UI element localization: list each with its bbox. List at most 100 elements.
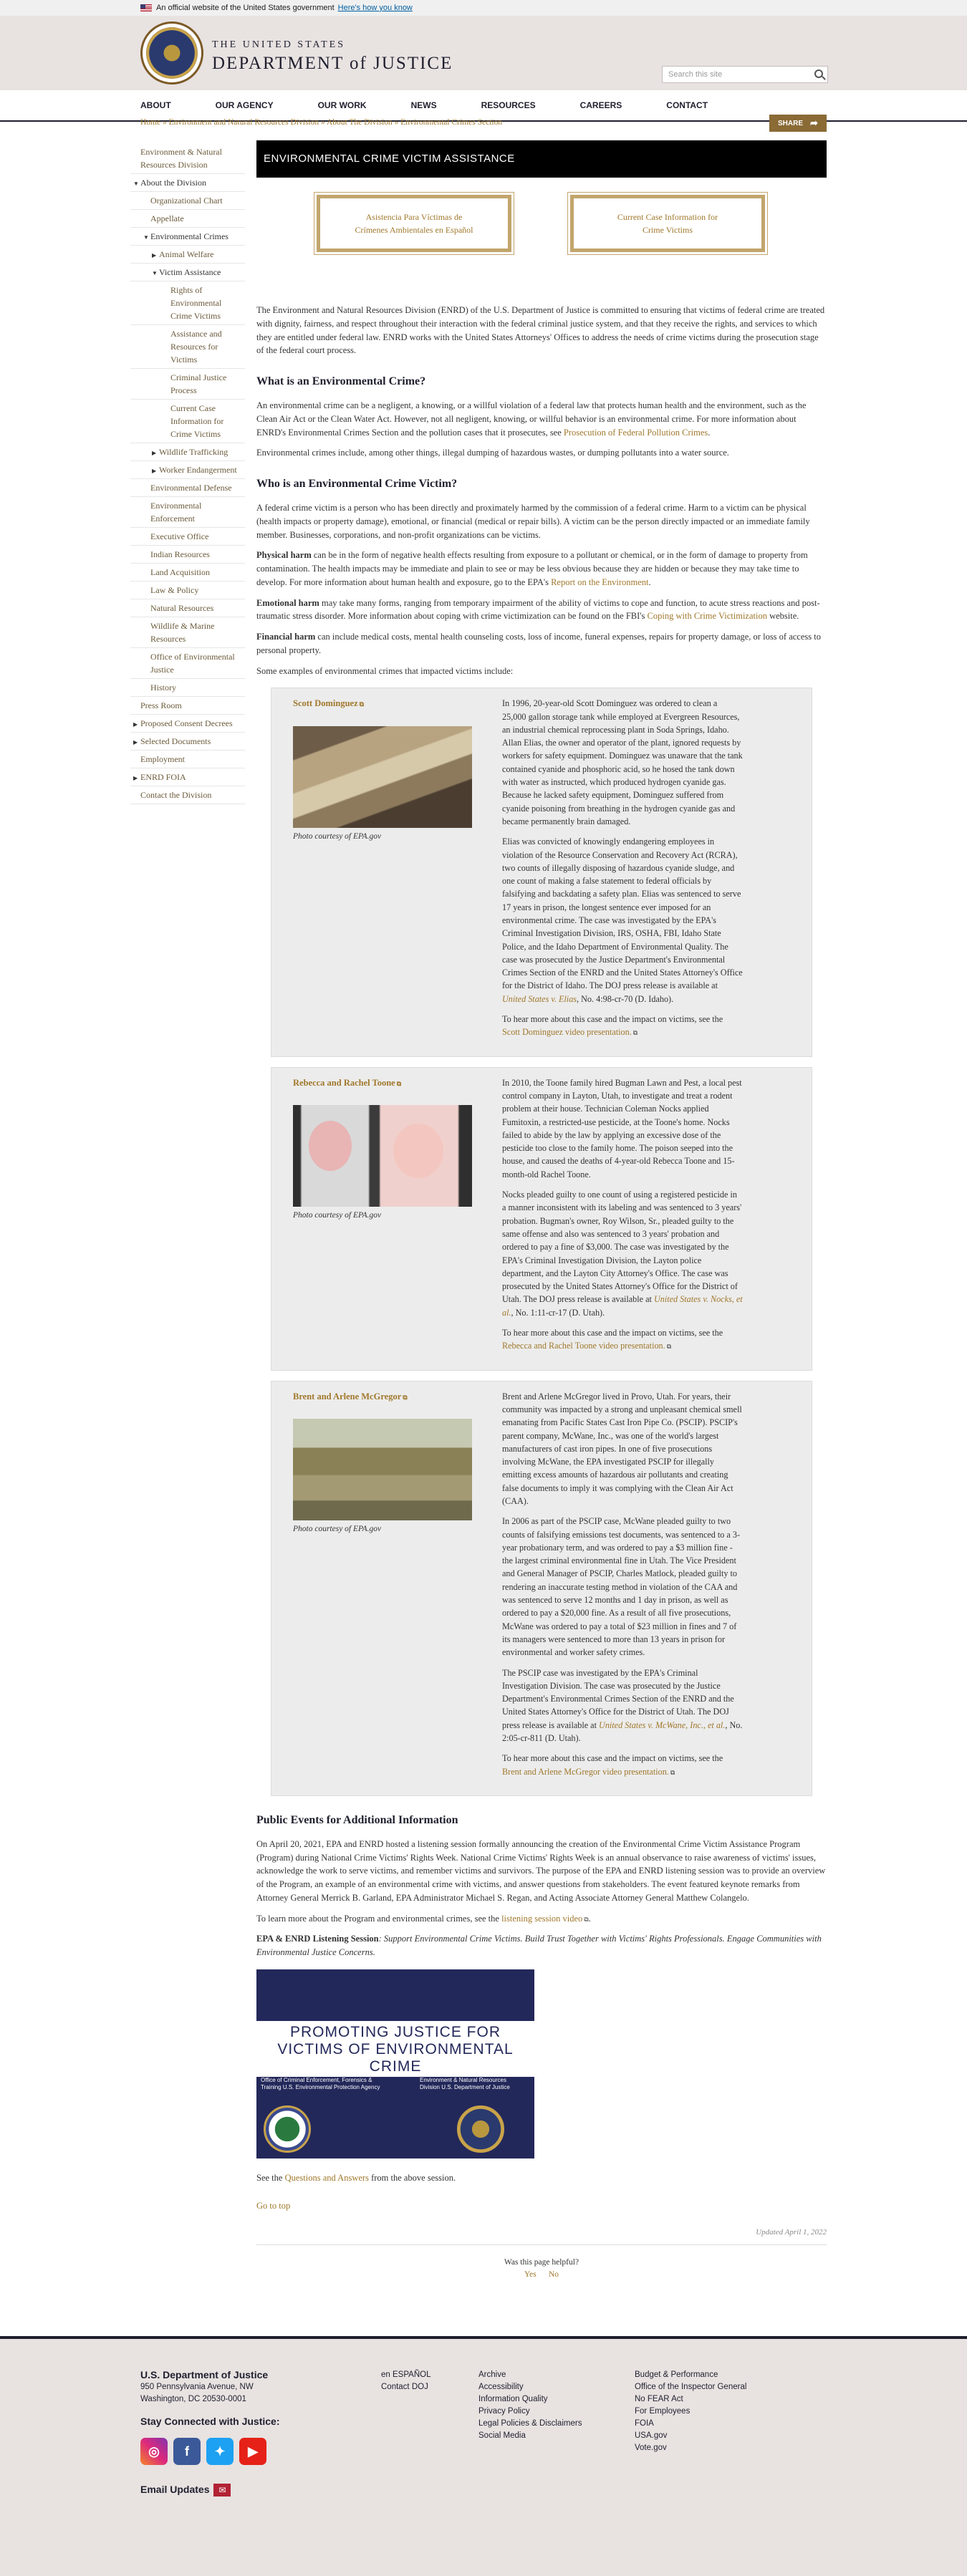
- email-updates-link[interactable]: Email Updates ✉: [140, 2482, 231, 2497]
- report-environment-link[interactable]: Report on the Environment: [551, 577, 648, 587]
- updated-date: Updated April 1, 2022: [256, 2227, 827, 2245]
- sidebar-item-natural-resources[interactable]: Natural Resources: [130, 599, 245, 617]
- sidebar-item-land-acquisition[interactable]: Land Acquisition: [130, 564, 245, 582]
- seal-icon[interactable]: [140, 21, 203, 85]
- email-icon: ✉: [213, 2483, 231, 2497]
- events-heading: Public Events for Additional Information: [256, 1813, 458, 1826]
- footer-link-foia[interactable]: FOIA: [635, 2418, 746, 2430]
- video-presentation-link[interactable]: Rebecca and Rachel Toone video presentat…: [502, 1341, 665, 1351]
- poster-epa-label: Office of Criminal Enforcement, Forensic…: [261, 2076, 380, 2090]
- sidebar-item-press-room[interactable]: Press Room: [130, 697, 245, 715]
- nav-about[interactable]: ABOUT: [140, 99, 171, 112]
- sidebar-item-env-justice[interactable]: Office of Environmental Justice: [130, 648, 245, 679]
- sidebar-item-env-enforcement[interactable]: Environmental Enforcement: [130, 497, 245, 528]
- sidebar-item-employment[interactable]: Employment: [130, 751, 245, 768]
- sidebar-item-law-policy[interactable]: Law & Policy: [130, 582, 245, 599]
- sidebar-item-victim-assistance[interactable]: ▼ Victim Assistance: [130, 264, 245, 281]
- sidebar-item-contact[interactable]: Contact the Division: [130, 786, 245, 804]
- qa-paragraph: See the Questions and Answers from the a…: [256, 2172, 456, 2183]
- sidebar-item-selected-documents[interactable]: ▶ Selected Documents: [130, 733, 245, 751]
- case-paragraph: Nocks pleaded guilty to one count of usi…: [502, 1190, 743, 1318]
- financial-harm-paragraph: Financial harm can include medical costs…: [256, 632, 821, 655]
- current-case-info-button[interactable]: Current Case Information for Crime Victim…: [567, 192, 768, 255]
- feedback-yes[interactable]: Yes: [524, 2270, 537, 2279]
- listening-session-link[interactable]: listening session video: [501, 1914, 582, 1924]
- footer-link-employees[interactable]: For Employees: [635, 2406, 746, 2418]
- twitter-icon[interactable]: ✦: [206, 2438, 234, 2465]
- footer-link-nofear[interactable]: No FEAR Act: [635, 2393, 746, 2406]
- spanish-assistance-button[interactable]: Asistencia Para Víctimas de Crímenes Ambi…: [314, 192, 514, 255]
- footer-link-archive[interactable]: Archive: [478, 2369, 582, 2381]
- share-button[interactable]: SHARE: [769, 115, 827, 132]
- sidebar-item-org-chart[interactable]: Organizational Chart: [130, 192, 245, 210]
- search-icon[interactable]: [814, 69, 823, 78]
- footer-link-legal[interactable]: Legal Policies & Disclaimers: [478, 2418, 582, 2430]
- sidebar-item-wildlife-trafficking[interactable]: ▶ Wildlife Trafficking: [130, 443, 245, 461]
- sidebar-item-about[interactable]: ▼ About the Division: [130, 174, 245, 192]
- official-banner: An official website of the United States…: [0, 0, 967, 16]
- footer-link-budget[interactable]: Budget & Performance: [635, 2369, 746, 2381]
- sidebar-item-justice-process[interactable]: Criminal Justice Process: [130, 369, 245, 400]
- sidebar-item-env-crimes[interactable]: ▼ Environmental Crimes: [130, 228, 245, 246]
- go-to-top-link[interactable]: Go to top: [256, 2199, 827, 2213]
- sidebar-item-rights[interactable]: Rights of Environmental Crime Victims: [130, 281, 245, 325]
- nav-news[interactable]: NEWS: [411, 99, 437, 112]
- nav-resources[interactable]: RESOURCES: [481, 99, 536, 112]
- search-input[interactable]: Search this site: [662, 66, 828, 83]
- case-name-link[interactable]: Brent and Arlene McGregor ⧉: [293, 1390, 478, 1404]
- external-link-icon: ⧉: [396, 1079, 402, 1087]
- sidebar-item-env-defense[interactable]: Environmental Defense: [130, 479, 245, 497]
- footer-link-espanol[interactable]: en ESPAÑOL: [381, 2369, 430, 2381]
- footer-link-oig[interactable]: Office of the Inspector General: [635, 2381, 746, 2393]
- press-release-link[interactable]: United States v. Elias: [502, 994, 577, 1004]
- sidebar-item-animal-welfare[interactable]: ▶ Animal Welfare: [130, 246, 245, 264]
- sidebar-item-wildlife-marine[interactable]: Wildlife & Marine Resources: [130, 617, 245, 648]
- external-link-icon: ⧉: [359, 700, 365, 708]
- sidebar-item-exec-office[interactable]: Executive Office: [130, 528, 245, 546]
- press-release-link[interactable]: United States v. McWane, Inc., et al.: [599, 1720, 725, 1730]
- sidebar-item-enrd[interactable]: Environment & Natural Resources Division: [130, 143, 245, 174]
- dept-name-large[interactable]: DEPARTMENT of JUSTICE: [212, 50, 453, 77]
- video-presentation-link[interactable]: Scott Dominguez video presentation.: [502, 1027, 632, 1037]
- sidebar-item-assistance[interactable]: Assistance and Resources for Victims: [130, 325, 245, 369]
- qa-link[interactable]: Questions and Answers: [285, 2173, 369, 2183]
- collapse-icon: ▶: [152, 450, 157, 456]
- sidebar-item-current-case[interactable]: Current Case Information for Crime Victi…: [130, 400, 245, 443]
- nav-contact[interactable]: CONTACT: [666, 99, 708, 112]
- social-links: ◎ f ✦ ▶: [140, 2438, 272, 2465]
- footer-link-usagov[interactable]: USA.gov: [635, 2430, 746, 2442]
- sidebar-item-worker-endangerment[interactable]: ▶ Worker Endangerment: [130, 461, 245, 479]
- collapse-icon: ▶: [152, 468, 157, 474]
- footer-link-contact[interactable]: Contact DOJ: [381, 2381, 430, 2393]
- prosecution-link[interactable]: Prosecution of Federal Pollution Crimes: [564, 428, 708, 438]
- nav-our-agency[interactable]: OUR AGENCY: [216, 99, 274, 112]
- sidebar-item-indian-resources[interactable]: Indian Resources: [130, 546, 245, 564]
- feedback-no[interactable]: No: [549, 2270, 559, 2279]
- external-link-icon: ⧉: [670, 1768, 675, 1776]
- quick-links: Asistencia Para Víctimas de Crímenes Ambi…: [314, 192, 827, 255]
- listening-session-paragraph: EPA & ENRD Listening Session: Support En…: [256, 1934, 822, 1958]
- case-name-link[interactable]: Rebecca and Rachel Toone ⧉: [293, 1076, 478, 1090]
- nav-our-work[interactable]: OUR WORK: [318, 99, 367, 112]
- sidebar-item-history[interactable]: History: [130, 679, 245, 697]
- coping-link[interactable]: Coping with Crime Victimization: [648, 611, 767, 621]
- breadcrumb[interactable]: Home » Environment and Natural Resources…: [140, 117, 502, 129]
- sidebar-item-foia[interactable]: ▶ ENRD FOIA: [130, 768, 245, 786]
- instagram-icon[interactable]: ◎: [140, 2438, 168, 2465]
- footer-link-privacy[interactable]: Privacy Policy: [478, 2406, 582, 2418]
- footer-link-accessibility[interactable]: Accessibility: [478, 2381, 582, 2393]
- who-is-paragraph: A federal crime victim is a person who h…: [256, 503, 810, 540]
- footer-link-votegov[interactable]: Vote.gov: [635, 2442, 746, 2454]
- facebook-icon[interactable]: f: [173, 2438, 201, 2465]
- youtube-icon[interactable]: ▶: [239, 2438, 266, 2465]
- examples-intro: Some examples of environmental crimes th…: [256, 665, 514, 676]
- doj-seal-icon: [457, 2105, 504, 2153]
- nav-careers[interactable]: CAREERS: [580, 99, 622, 112]
- heres-how-link[interactable]: Here's how you know: [338, 2, 413, 14]
- sidebar-item-consent-decrees[interactable]: ▶ Proposed Consent Decrees: [130, 715, 245, 733]
- footer-link-info-quality[interactable]: Information Quality: [478, 2393, 582, 2406]
- case-name-link[interactable]: Scott Dominguez ⧉: [293, 697, 478, 710]
- footer-link-social[interactable]: Social Media: [478, 2430, 582, 2442]
- video-presentation-link[interactable]: Brent and Arlene McGregor video presenta…: [502, 1767, 669, 1777]
- sidebar-item-appellate[interactable]: Appellate: [130, 210, 245, 228]
